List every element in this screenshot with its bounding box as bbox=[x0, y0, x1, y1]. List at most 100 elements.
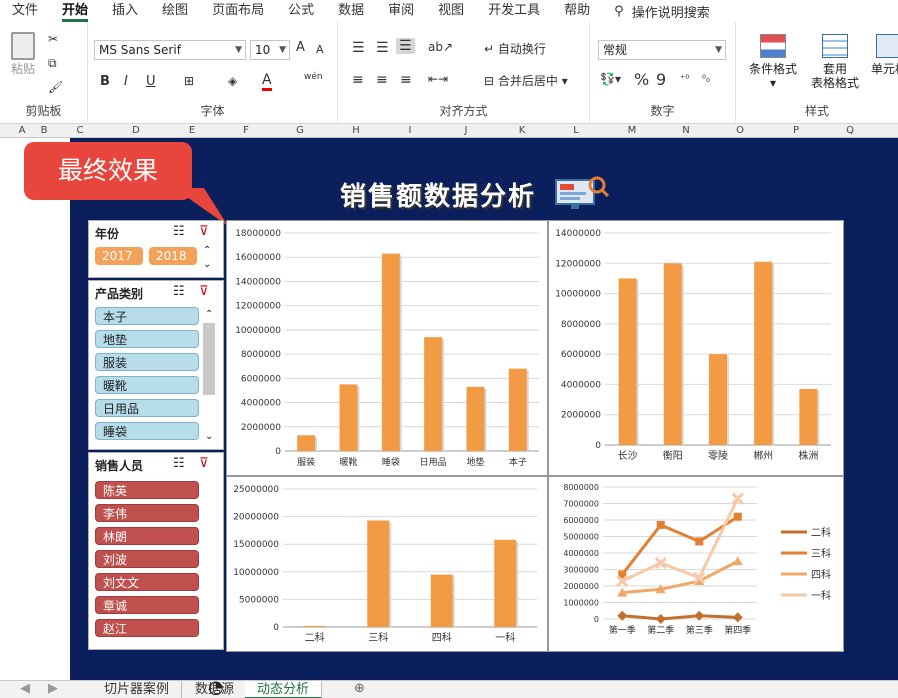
bold-button[interactable]: B bbox=[100, 74, 110, 89]
column-header[interactable]: H bbox=[346, 124, 366, 138]
align-bottom-icon[interactable]: ☰ bbox=[396, 38, 415, 54]
borders-icon[interactable]: ⊞ bbox=[184, 74, 194, 88]
tab-file[interactable]: 文件 bbox=[0, 0, 50, 22]
sheet-tab[interactable]: 切片器案例 bbox=[92, 681, 183, 698]
slicer-item[interactable]: 睡袋 bbox=[95, 422, 199, 440]
conditional-format-button[interactable]: 条件格式 ▾ bbox=[742, 34, 804, 90]
tab-data[interactable]: 数据 bbox=[326, 0, 376, 22]
column-header[interactable]: E bbox=[182, 124, 202, 138]
shrink-font-button[interactable]: A bbox=[316, 43, 324, 56]
copy-icon[interactable]: ⧉ bbox=[48, 56, 57, 71]
slicer-item[interactable]: 地垫 bbox=[95, 330, 199, 348]
column-header[interactable]: A bbox=[12, 124, 32, 138]
sheet-cells-left[interactable] bbox=[0, 138, 70, 680]
slicer-item[interactable]: 日用品 bbox=[95, 399, 199, 417]
font-color-icon[interactable]: A bbox=[262, 72, 272, 91]
align-top-icon[interactable]: ☰ bbox=[352, 40, 365, 56]
column-header[interactable]: G bbox=[290, 124, 310, 138]
tab-draw[interactable]: 绘图 bbox=[150, 0, 200, 22]
tab-help[interactable]: 帮助 bbox=[552, 0, 602, 22]
align-left-icon[interactable]: ≡ bbox=[352, 72, 364, 88]
currency-icon[interactable]: 💱▾ bbox=[600, 72, 621, 86]
multi-select-icon[interactable]: ☷ bbox=[173, 284, 185, 299]
column-header[interactable]: J bbox=[456, 124, 476, 138]
slicer-item[interactable]: 暖靴 bbox=[95, 376, 199, 394]
slicer-item[interactable]: 章诚 bbox=[95, 596, 199, 614]
phonetic-button[interactable]: wén bbox=[304, 72, 323, 82]
column-header[interactable]: C bbox=[70, 124, 90, 138]
add-sheet-icon[interactable]: ⊕ bbox=[354, 681, 365, 696]
cut-icon[interactable]: ✂ bbox=[48, 32, 58, 46]
tab-review[interactable]: 审阅 bbox=[376, 0, 426, 22]
italic-button[interactable]: I bbox=[124, 74, 128, 89]
slicer-item[interactable]: 2017 bbox=[95, 247, 143, 265]
font-name-select[interactable]: MS Sans Serif ▼ bbox=[94, 40, 246, 60]
tab-home[interactable]: 开始 bbox=[50, 0, 100, 22]
slicer-item[interactable]: 陈英 bbox=[95, 481, 199, 499]
slicer-item[interactable]: 林朗 bbox=[95, 527, 199, 545]
tab-developer[interactable]: 开发工具 bbox=[476, 0, 552, 22]
slicer-year[interactable]: 年份 ☷ ⊽ 2017 2018 ⌃ ⌄ bbox=[88, 220, 224, 278]
clear-filter-icon[interactable]: ⊽ bbox=[199, 284, 209, 299]
tell-me-search[interactable]: ⚲ 操作说明搜索 bbox=[614, 2, 710, 21]
underline-button[interactable]: U bbox=[146, 74, 156, 89]
align-center-icon[interactable]: ≡ bbox=[376, 72, 388, 88]
slicer-category[interactable]: 产品类别 ☷ ⊽ 本子 地垫 服装 暖靴 日用品 睡袋 ⌃ ⌄ bbox=[88, 280, 224, 450]
percent-button[interactable]: % bbox=[634, 70, 649, 89]
fill-color-icon[interactable]: ◈ bbox=[228, 74, 237, 88]
tab-formulas[interactable]: 公式 bbox=[276, 0, 326, 22]
chart-quarterly-trend[interactable]: 0 1000000 2000000 3000000 4000000 5000000 6000… bbox=[548, 476, 844, 652]
column-header[interactable]: D bbox=[126, 124, 146, 138]
tab-page-layout[interactable]: 页面布局 bbox=[200, 0, 276, 22]
cell-styles-button[interactable]: 单元格 bbox=[864, 34, 898, 76]
tab-insert[interactable]: 插入 bbox=[100, 0, 150, 22]
column-header[interactable]: B bbox=[34, 124, 54, 138]
align-middle-icon[interactable]: ☰ bbox=[376, 40, 389, 56]
multi-select-icon[interactable]: ☷ bbox=[173, 224, 185, 239]
format-painter-icon[interactable]: 🖌 bbox=[48, 80, 63, 94]
column-header[interactable]: M bbox=[622, 124, 642, 138]
chart-category-sales[interactable]: 0 2000000 4000000 6000000 8000000 10000000 120… bbox=[226, 220, 548, 476]
slicer-item[interactable]: 2018 bbox=[149, 247, 197, 265]
slicer-item[interactable]: 李伟 bbox=[95, 504, 199, 522]
column-header[interactable]: P bbox=[786, 124, 806, 138]
comma-button[interactable]: 9 bbox=[656, 70, 666, 89]
orientation-icon[interactable]: ab↗ bbox=[428, 40, 453, 54]
decrease-decimal-icon[interactable]: ⁰₀ bbox=[702, 74, 710, 85]
multi-select-icon[interactable]: ☷ bbox=[173, 456, 185, 471]
slicer-item[interactable]: 刘波 bbox=[95, 550, 199, 568]
scroll-down-icon[interactable]: ⌄ bbox=[203, 259, 211, 270]
tab-view[interactable]: 视图 bbox=[426, 0, 476, 22]
column-header[interactable]: K bbox=[512, 124, 532, 138]
font-size-select[interactable]: 10 ▼ bbox=[250, 40, 290, 60]
increase-decimal-icon[interactable]: ⁺⁰ bbox=[680, 74, 689, 85]
column-header[interactable]: F bbox=[236, 124, 256, 138]
merge-center-button[interactable]: ⊟ 合并后居中 ▾ bbox=[484, 72, 568, 89]
slicer-item[interactable]: 本子 bbox=[95, 307, 199, 325]
prev-sheet-icon[interactable]: ◀ bbox=[20, 681, 30, 696]
column-header[interactable]: Q bbox=[840, 124, 860, 138]
align-right-icon[interactable]: ≡ bbox=[400, 72, 412, 88]
scrollbar-thumb[interactable] bbox=[203, 323, 215, 395]
column-header[interactable]: O bbox=[730, 124, 750, 138]
chart-department-sales[interactable]: 0 5000000 10000000 15000000 20000000 25000000… bbox=[226, 476, 548, 652]
scroll-down-icon[interactable]: ⌄ bbox=[205, 431, 213, 442]
column-header[interactable]: L bbox=[566, 124, 586, 138]
column-header[interactable]: I bbox=[400, 124, 420, 138]
clear-filter-icon[interactable]: ⊽ bbox=[199, 456, 209, 471]
wrap-text-button[interactable]: ↵ 自动换行 bbox=[484, 40, 546, 57]
column-header[interactable]: N bbox=[676, 124, 696, 138]
format-as-table-button[interactable]: 套用 表格格式 bbox=[806, 34, 864, 90]
number-format-select[interactable]: 常规 ▼ bbox=[598, 40, 726, 60]
slicer-item[interactable]: 刘文文 bbox=[95, 573, 199, 591]
scroll-up-icon[interactable]: ⌃ bbox=[205, 309, 213, 320]
clear-filter-icon[interactable]: ⊽ bbox=[199, 224, 209, 239]
indent-icon[interactable]: ⇤⇥ bbox=[428, 72, 448, 86]
slicer-staff[interactable]: 销售人员 ☷ ⊽ 陈英 李伟 林朗 刘波 刘文文 章诚 赵江 bbox=[88, 452, 224, 650]
slicer-item[interactable]: 赵江 bbox=[95, 619, 199, 637]
next-sheet-icon[interactable]: ▶ bbox=[48, 681, 58, 696]
scroll-up-icon[interactable]: ⌃ bbox=[203, 245, 211, 256]
paste-button[interactable]: 粘贴 bbox=[6, 32, 40, 76]
sheet-tab-active[interactable]: 动态分析 bbox=[245, 681, 323, 698]
chart-city-sales[interactable]: 0 2000000 4000000 6000000 8000000 10000000 120… bbox=[548, 220, 844, 476]
